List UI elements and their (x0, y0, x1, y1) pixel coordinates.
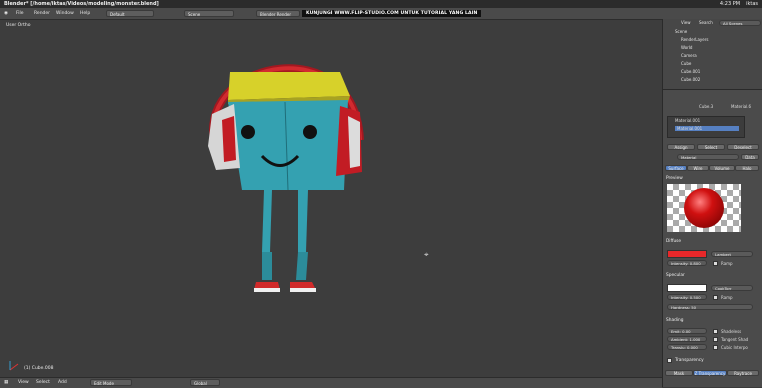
window-title: Blender* [/home/iktas/Videos/modeling/mo… (4, 1, 159, 7)
outliner-row[interactable]: Cube.002 (681, 77, 700, 83)
specular-header[interactable]: Specular (666, 273, 685, 278)
translucency-field[interactable]: Translu: 0.000 (667, 344, 707, 350)
slot-item-selected[interactable]: Material.001 (675, 126, 739, 131)
3d-viewport[interactable]: User Ortho ⌖ (1) Cube.008 (0, 20, 662, 377)
left-leg (262, 190, 272, 252)
preview-sphere (684, 188, 724, 228)
specular-ramp-checkbox[interactable] (713, 295, 718, 300)
tab-wire[interactable]: Wire (687, 165, 709, 171)
hardness-field[interactable]: Hardness: 50 (667, 304, 753, 310)
active-object-label: (1) Cube.008 (24, 366, 54, 371)
promo-banner: KUNJUNGI WWW.FLIP-STUDIO.COM UNTUK TUTOR… (302, 10, 482, 17)
cubic-checkbox[interactable] (713, 345, 718, 350)
select-button[interactable]: Select (697, 144, 725, 150)
material-name-field[interactable]: Material (677, 154, 739, 160)
menu-file[interactable]: File (16, 8, 24, 19)
outliner: View Search All Scenes Scene RenderLayer… (663, 19, 762, 90)
3d-view-header: ▦ View Select Add Edit Mode Global (0, 377, 662, 388)
right-panel: View Search All Scenes Scene RenderLayer… (662, 19, 762, 387)
user-name[interactable]: iktas (746, 0, 758, 8)
tab-halo[interactable]: Halo (735, 165, 759, 171)
tangent-checkbox[interactable] (713, 337, 718, 342)
diffuse-shader-dropdown[interactable]: Lambert (711, 251, 753, 257)
diffuse-intensity-field[interactable]: Intensity: 0.800 (667, 260, 707, 266)
transparency-checkbox[interactable] (667, 358, 672, 363)
outliner-scenes-dropdown[interactable]: All Scenes (719, 20, 761, 26)
material-breadcrumb: Material.6 (731, 104, 752, 109)
tab-z-transparency[interactable]: Z Transparency (693, 370, 727, 376)
tangent-label: Tangent Shad (721, 337, 749, 342)
outliner-row[interactable]: World (681, 45, 692, 51)
title-bar: Blender* [/home/iktas/Videos/modeling/mo… (0, 0, 762, 8)
menu-help[interactable]: Help (80, 8, 90, 19)
axis-gizmo (9, 363, 19, 371)
left-eye (241, 125, 255, 139)
pivot-dropdown[interactable]: Global (190, 379, 220, 386)
blender-icon[interactable]: ◉ (4, 8, 8, 19)
monster-model[interactable] (0, 20, 662, 377)
outliner-row[interactable]: Cube (681, 61, 691, 67)
shadeless-label: Shadeless (721, 329, 742, 334)
tab-surface[interactable]: Surface (665, 165, 687, 171)
3d-cursor-icon[interactable]: ⌖ (424, 250, 429, 260)
specular-color-swatch[interactable] (667, 284, 707, 292)
specular-shader-dropdown[interactable]: CookTorr (711, 285, 753, 291)
render-engine-dropdown[interactable]: Blender Render (256, 10, 300, 17)
diffuse-ramp-checkbox[interactable] (713, 261, 718, 266)
deselect-button[interactable]: Deselect (727, 144, 759, 150)
scene-dropdown[interactable]: Scene (184, 10, 234, 17)
assign-button[interactable]: Assign (667, 144, 695, 150)
shading-header[interactable]: Shading (666, 318, 683, 323)
tab-volume[interactable]: Volume (709, 165, 735, 171)
head-top (228, 72, 350, 100)
outliner-view[interactable]: View (681, 20, 691, 26)
info-header: ◉ File Render Window Help Default Scene … (0, 8, 762, 20)
menu-window[interactable]: Window (56, 8, 74, 19)
shadeless-checkbox[interactable] (713, 329, 718, 334)
outliner-row[interactable]: RenderLayers (681, 37, 708, 43)
tab-mask[interactable]: Mask (665, 370, 693, 376)
diffuse-header[interactable]: Diffuse (666, 239, 681, 244)
cubic-label: Cubic Interpo (721, 345, 748, 350)
right-eye (303, 125, 317, 139)
preview-header[interactable]: Preview (666, 176, 683, 181)
layout-dropdown[interactable]: Default (106, 10, 154, 17)
menu-render[interactable]: Render (34, 8, 50, 19)
ramp-label: Ramp (721, 295, 733, 300)
outliner-search[interactable]: Search (699, 20, 713, 26)
outliner-row[interactable]: Camera (681, 53, 697, 59)
tab-raytrace[interactable]: Raytrace (727, 370, 759, 376)
ambient-field[interactable]: Ambient: 1.000 (667, 336, 707, 342)
specular-intensity-field[interactable]: Intensity: 0.500 (667, 294, 707, 300)
right-leg (298, 190, 308, 252)
mode-dropdown[interactable]: Edit Mode (90, 379, 132, 386)
diffuse-color-swatch[interactable] (667, 250, 707, 258)
clock: 4:23 PM (719, 1, 741, 7)
material-preview (667, 184, 741, 232)
emit-field[interactable]: Emit: 0.00 (667, 328, 707, 334)
transparency-header[interactable]: Transparency (675, 358, 704, 363)
slot-item[interactable]: Material.001 (675, 118, 700, 123)
outliner-row[interactable]: Cube.001 (681, 69, 700, 75)
ramp-label: Ramp (721, 261, 733, 266)
object-name: Cube.3 (699, 104, 714, 109)
outliner-row[interactable]: Scene (675, 29, 687, 35)
data-dropdown[interactable]: Data (741, 154, 759, 160)
